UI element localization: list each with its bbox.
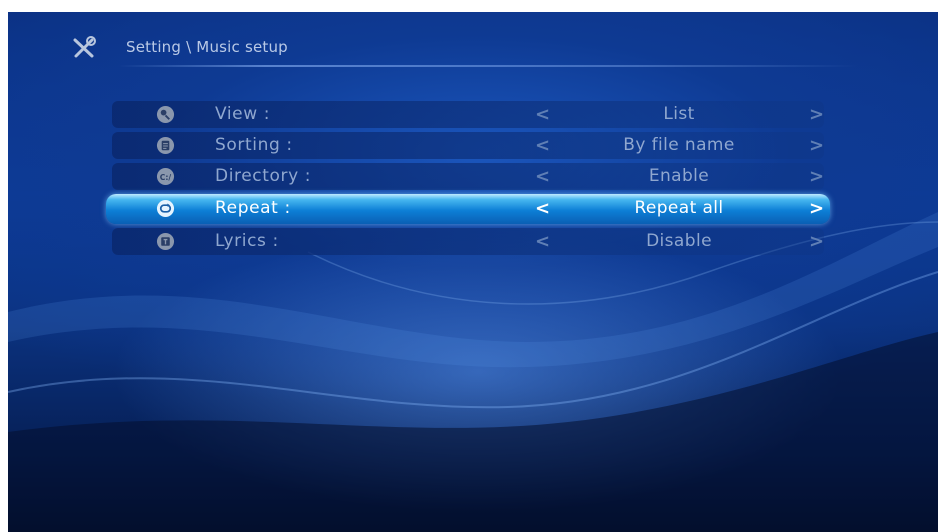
setting-value: Enable: [648, 166, 710, 186]
header: Setting \ Music setup: [70, 34, 858, 67]
background-waves: [8, 212, 938, 532]
directory-icon: C:/: [156, 167, 175, 186]
view-icon: [156, 105, 175, 124]
setting-row-directory[interactable]: C:/ Directory : < Enable >: [112, 163, 824, 190]
breadcrumb: Setting \ Music setup: [126, 38, 288, 56]
lyrics-icon: [156, 232, 175, 251]
setting-label: Lyrics :: [215, 231, 279, 251]
next-value-arrow[interactable]: >: [809, 198, 824, 219]
next-value-arrow[interactable]: >: [809, 166, 824, 187]
previous-value-arrow[interactable]: <: [535, 104, 550, 125]
document-icon: [156, 136, 175, 155]
setting-row-repeat[interactable]: Repeat : < Repeat all >: [106, 194, 830, 224]
next-value-arrow[interactable]: >: [809, 135, 824, 156]
repeat-icon: [156, 199, 175, 218]
previous-value-arrow[interactable]: <: [535, 166, 550, 187]
setting-value: List: [663, 104, 695, 124]
tools-icon: [73, 36, 96, 58]
setting-row-view[interactable]: View : < List >: [112, 101, 824, 128]
next-value-arrow[interactable]: >: [809, 104, 824, 125]
screen: Setting \ Music setup View : < List > So…: [8, 12, 938, 532]
setting-row-sorting[interactable]: Sorting : < By file name >: [112, 132, 824, 159]
setting-label: Sorting :: [215, 135, 293, 155]
setting-value: By file name: [623, 135, 735, 155]
setting-label: Repeat :: [215, 198, 291, 218]
svg-text:C:/: C:/: [160, 173, 172, 182]
setting-label: View :: [215, 104, 271, 124]
previous-value-arrow[interactable]: <: [535, 231, 550, 252]
settings-list: View : < List > Sorting : < By file name…: [106, 101, 830, 259]
setting-value: Disable: [646, 231, 712, 251]
previous-value-arrow[interactable]: <: [535, 135, 550, 156]
setting-label: Directory :: [215, 166, 312, 186]
setting-value: Repeat all: [634, 198, 724, 218]
setting-row-lyrics[interactable]: Lyrics : < Disable >: [112, 228, 824, 255]
next-value-arrow[interactable]: >: [809, 231, 824, 252]
header-divider: [118, 65, 858, 67]
previous-value-arrow[interactable]: <: [535, 198, 550, 219]
